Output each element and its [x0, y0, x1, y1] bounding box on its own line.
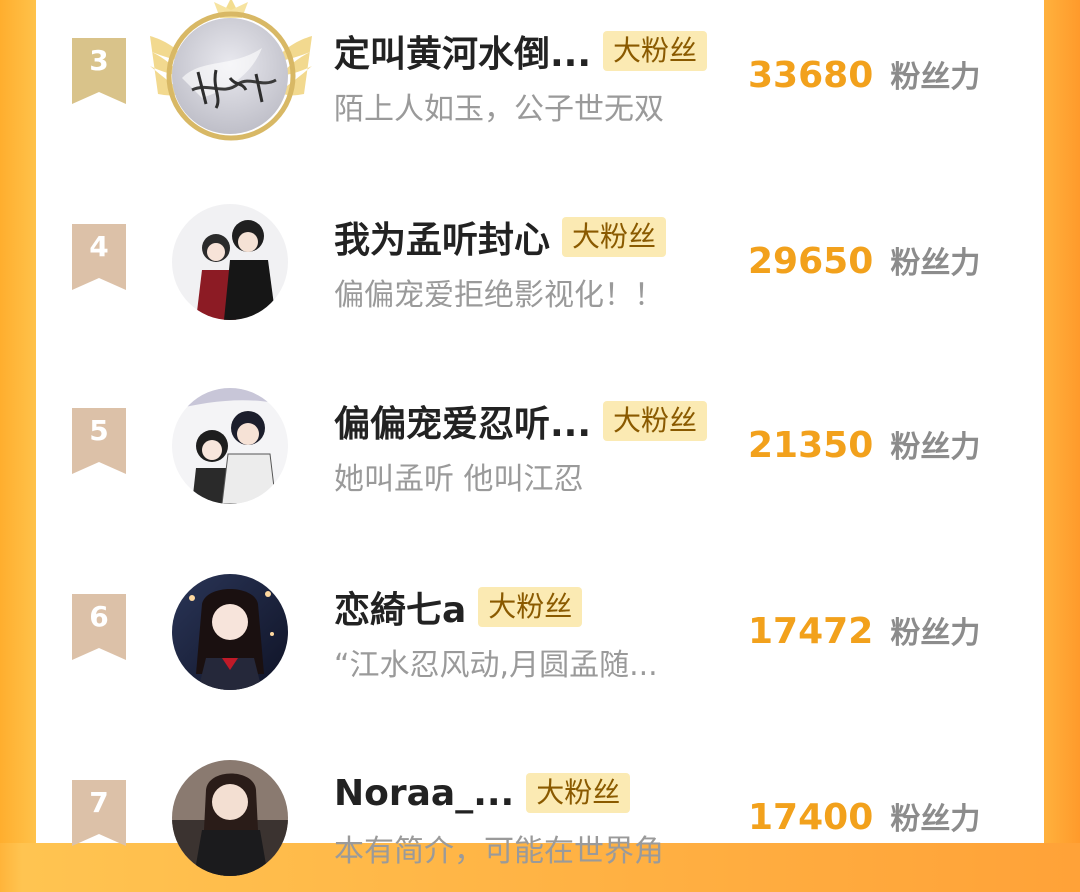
fan-power-label: 粉丝力: [890, 616, 981, 651]
user-avatar[interactable]: [172, 760, 288, 876]
user-bio: “江水忍风动,月圆孟随...: [334, 648, 658, 683]
leaderboard-row[interactable]: 4 我为孟听封心 大粉丝 偏偏宠爱拒绝影视化！！ 29650 粉丝力: [36, 186, 1044, 336]
user-name[interactable]: 恋綺七a: [334, 581, 466, 633]
fan-level-badge: 大粉丝: [478, 587, 583, 627]
leaderboard-row[interactable]: 5 偏偏宠爱忍听... 大粉丝 她叫孟听 他叫江忍 21350 粉丝力: [36, 370, 1044, 520]
rank-ribbon-icon: 5: [72, 408, 126, 474]
fan-level-badge: 大粉丝: [603, 31, 708, 71]
score-block: 17472 粉丝力: [748, 608, 980, 652]
fan-power-label: 粉丝力: [890, 60, 981, 95]
user-avatar[interactable]: [172, 388, 288, 504]
score-block: 29650 粉丝力: [748, 238, 980, 282]
score-block: 21350 粉丝力: [748, 422, 980, 466]
user-bio: 她叫孟听 他叫江忍: [334, 462, 584, 497]
user-avatar[interactable]: [172, 18, 288, 134]
leaderboard-row[interactable]: 7 Noraa_... 大粉丝 本有简介，可能在世界角 17400 粉丝力: [36, 742, 1044, 892]
rank-ribbon-icon: 3: [72, 38, 126, 104]
fan-power-label: 粉丝力: [890, 246, 981, 281]
user-name[interactable]: 定叫黄河水倒...: [334, 25, 591, 77]
fan-power-score: 29650: [748, 241, 874, 282]
name-line: 我为孟听封心 大粉丝: [334, 211, 667, 263]
left-orange-frame: [0, 0, 36, 843]
user-avatar[interactable]: [172, 204, 288, 320]
leaderboard-row[interactable]: 3 定叫黄河水倒... 大粉丝 陌上人如玉，公子世无双 33680 粉丝力: [36, 0, 1044, 150]
name-line: Noraa_... 大粉丝: [334, 768, 631, 818]
rank-ribbon-icon: 4: [72, 224, 126, 290]
rank-number: 5: [89, 414, 109, 447]
name-line: 恋綺七a 大粉丝: [334, 581, 583, 633]
rank-number: 4: [89, 230, 109, 263]
fan-power-score: 21350: [748, 425, 874, 466]
rank-number: 3: [89, 44, 109, 77]
right-orange-frame: [1044, 0, 1080, 843]
user-name[interactable]: Noraa_...: [334, 773, 514, 814]
score-block: 17400 粉丝力: [748, 794, 980, 838]
rank-number: 6: [89, 600, 109, 633]
fan-leaderboard-panel: 3 定叫黄河水倒... 大粉丝 陌上人如玉，公子世无双 33680 粉丝力 4 …: [36, 0, 1044, 876]
user-bio: 陌上人如玉，公子世无双: [334, 92, 664, 127]
rank-ribbon-icon: 6: [72, 594, 126, 660]
name-line: 定叫黄河水倒... 大粉丝: [334, 25, 708, 77]
user-bio: 偏偏宠爱拒绝影视化！！: [334, 278, 664, 313]
user-bio: 本有简介，可能在世界角: [334, 834, 664, 869]
user-avatar[interactable]: [172, 574, 288, 690]
fan-level-badge: 大粉丝: [526, 773, 631, 813]
fan-power-score: 33680: [748, 55, 874, 96]
fan-level-badge: 大粉丝: [562, 217, 667, 257]
fan-power-label: 粉丝力: [890, 430, 981, 465]
score-block: 33680 粉丝力: [748, 52, 980, 96]
user-name[interactable]: 我为孟听封心: [334, 211, 550, 263]
fan-power-score: 17400: [748, 797, 874, 838]
user-name[interactable]: 偏偏宠爱忍听...: [334, 395, 591, 447]
fan-level-badge: 大粉丝: [603, 401, 708, 441]
rank-number: 7: [89, 786, 109, 819]
fan-power-score: 17472: [748, 611, 874, 652]
rank-ribbon-icon: 7: [72, 780, 126, 846]
name-line: 偏偏宠爱忍听... 大粉丝: [334, 395, 708, 447]
fan-power-label: 粉丝力: [890, 802, 981, 837]
leaderboard-row[interactable]: 6 恋綺七a 大粉丝 “江水忍风动,月圆孟随... 17472 粉丝力: [36, 556, 1044, 706]
